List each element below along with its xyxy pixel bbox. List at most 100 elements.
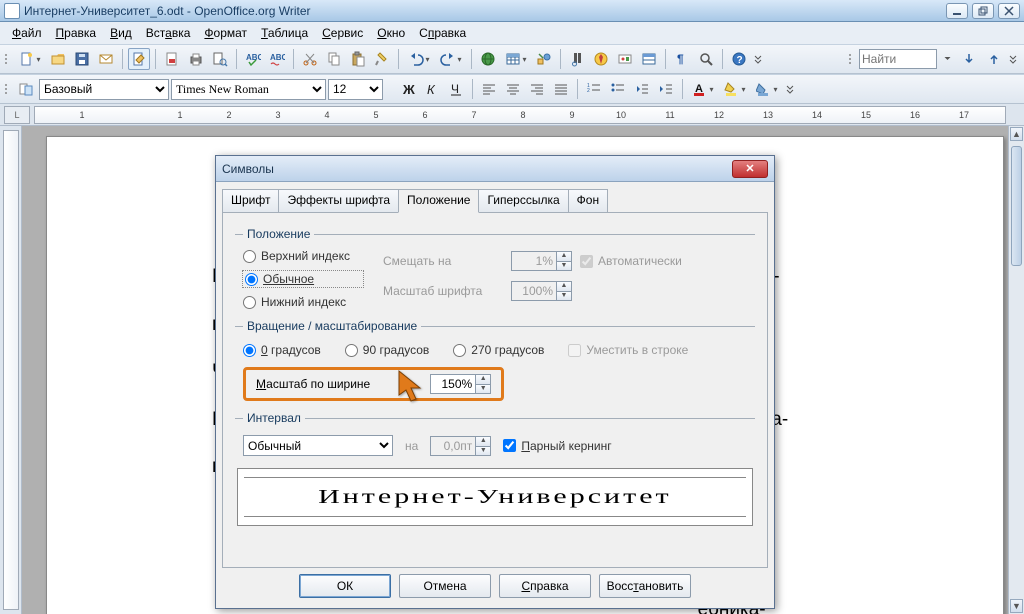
align-justify-button[interactable] bbox=[550, 78, 572, 100]
menu-файл[interactable]: Файл bbox=[6, 24, 48, 42]
navigator-button[interactable] bbox=[590, 48, 612, 70]
window-titlebar: Интернет-Университет_6.odt - OpenOffice.… bbox=[0, 0, 1024, 22]
align-left-button[interactable] bbox=[478, 78, 500, 100]
font-color-button[interactable]: A bbox=[688, 78, 718, 100]
paragraph-style-select[interactable]: Базовый bbox=[39, 79, 169, 100]
radio-superscript[interactable]: Верхний индекс bbox=[243, 249, 363, 263]
bold-button[interactable]: Ж bbox=[397, 78, 419, 100]
email-button[interactable] bbox=[95, 48, 117, 70]
italic-button[interactable]: К bbox=[421, 78, 443, 100]
cut-button[interactable] bbox=[299, 48, 321, 70]
tab-0[interactable]: Шрифт bbox=[222, 189, 279, 213]
print-preview-button[interactable] bbox=[209, 48, 231, 70]
scroll-up-icon[interactable]: ▲ bbox=[1010, 127, 1023, 141]
menu-таблица[interactable]: Таблица bbox=[255, 24, 314, 42]
spinner-font-scale: ▲▼ bbox=[511, 281, 572, 301]
align-right-button[interactable] bbox=[526, 78, 548, 100]
paste-button[interactable] bbox=[347, 48, 369, 70]
outdent-button[interactable] bbox=[631, 78, 653, 100]
ok-button[interactable]: ОК bbox=[299, 574, 391, 598]
find-replace-button[interactable] bbox=[566, 48, 588, 70]
help-button[interactable]: Справка bbox=[499, 574, 591, 598]
dialog-titlebar[interactable]: Символы ✕ bbox=[216, 156, 774, 182]
align-center-button[interactable] bbox=[502, 78, 524, 100]
dialog-close-button[interactable]: ✕ bbox=[732, 160, 768, 178]
menu-bar: ФайлПравкаВидВставкаФорматТаблицаСервисО… bbox=[0, 22, 1024, 44]
scroll-down-icon[interactable]: ▼ bbox=[1010, 599, 1023, 613]
font-size-select[interactable]: 12 bbox=[328, 79, 383, 100]
horizontal-ruler[interactable]: 1123456789101112131415161718 bbox=[34, 106, 1006, 124]
find-prev-button[interactable] bbox=[983, 48, 1005, 70]
zoom-button[interactable] bbox=[695, 48, 717, 70]
spellcheck-button[interactable]: ABC bbox=[242, 48, 264, 70]
nonprinting-button[interactable]: ¶ bbox=[671, 48, 693, 70]
hyperlink-button[interactable] bbox=[477, 48, 499, 70]
radio-subscript[interactable]: Нижний индекс bbox=[243, 295, 363, 309]
toolbar-handle[interactable] bbox=[5, 48, 11, 70]
menu-сервис[interactable]: Сервис bbox=[316, 24, 369, 42]
label-by: на bbox=[405, 439, 418, 453]
format-paintbrush-button[interactable] bbox=[371, 48, 393, 70]
undo-button[interactable] bbox=[404, 48, 434, 70]
group-spacing-legend: Интервал bbox=[243, 411, 305, 425]
toolbar-handle[interactable] bbox=[849, 48, 855, 70]
find-dropdown-icon[interactable] bbox=[940, 48, 955, 70]
print-button[interactable] bbox=[185, 48, 207, 70]
vertical-ruler[interactable] bbox=[0, 126, 22, 614]
table-button[interactable] bbox=[501, 48, 531, 70]
tab-4[interactable]: Фон bbox=[568, 189, 608, 213]
font-name-select[interactable]: Times New Roman bbox=[171, 79, 326, 100]
new-doc-button[interactable] bbox=[15, 48, 45, 70]
help-button[interactable]: ? bbox=[728, 48, 750, 70]
menu-вставка[interactable]: Вставка bbox=[140, 24, 197, 42]
redo-button[interactable] bbox=[436, 48, 466, 70]
restore-button[interactable] bbox=[972, 3, 994, 19]
gallery-button[interactable] bbox=[614, 48, 636, 70]
reset-button[interactable]: Восстановить bbox=[599, 574, 691, 598]
menu-вид[interactable]: Вид bbox=[104, 24, 138, 42]
find-next-button[interactable] bbox=[958, 48, 980, 70]
styles-button[interactable] bbox=[15, 78, 37, 100]
select-spacing[interactable]: Обычный bbox=[243, 435, 393, 456]
highlight-button[interactable] bbox=[720, 78, 750, 100]
menu-формат[interactable]: Формат bbox=[198, 24, 253, 42]
tab-3[interactable]: Гиперссылка bbox=[478, 189, 568, 213]
scroll-thumb[interactable] bbox=[1011, 146, 1022, 266]
copy-button[interactable] bbox=[323, 48, 345, 70]
tab-2[interactable]: Положение bbox=[398, 189, 479, 213]
toolbar-overflow-icon[interactable] bbox=[784, 78, 796, 100]
auto-spellcheck-button[interactable]: ABC bbox=[266, 48, 288, 70]
datasources-button[interactable] bbox=[638, 48, 660, 70]
checkbox-pair-kerning[interactable]: Парный кернинг bbox=[503, 439, 611, 453]
dialog-tabs: ШрифтЭффекты шрифтаПоложениеГиперссылкаФ… bbox=[222, 188, 768, 212]
radio-normal[interactable]: Обычное bbox=[243, 271, 363, 287]
vertical-scrollbar[interactable]: ▲ ▼ bbox=[1008, 126, 1024, 614]
toolbar-handle[interactable] bbox=[5, 78, 11, 100]
bg-color-button[interactable] bbox=[752, 78, 782, 100]
save-button[interactable] bbox=[71, 48, 93, 70]
radio-90deg[interactable]: 90 градусов bbox=[345, 343, 429, 357]
characters-dialog: Символы ✕ ШрифтЭффекты шрифтаПоложениеГи… bbox=[215, 155, 775, 609]
edit-doc-button[interactable] bbox=[128, 48, 150, 70]
menu-справка[interactable]: Справка bbox=[413, 24, 472, 42]
find-input[interactable] bbox=[859, 49, 937, 69]
show-draw-button[interactable] bbox=[533, 48, 555, 70]
toolbar-overflow-icon[interactable] bbox=[752, 48, 764, 70]
minimize-button[interactable] bbox=[946, 3, 968, 19]
radio-270deg[interactable]: 270 градусов bbox=[453, 343, 544, 357]
underline-button[interactable]: Ч bbox=[445, 78, 467, 100]
close-button[interactable] bbox=[998, 3, 1020, 19]
numbering-button[interactable]: 12 bbox=[583, 78, 605, 100]
open-button[interactable] bbox=[47, 48, 69, 70]
menu-правка[interactable]: Правка bbox=[50, 24, 103, 42]
bullets-button[interactable] bbox=[607, 78, 629, 100]
group-rotation-legend: Вращение / масштабирование bbox=[243, 319, 421, 333]
tab-1[interactable]: Эффекты шрифта bbox=[278, 189, 399, 213]
menu-окно[interactable]: Окно bbox=[371, 24, 411, 42]
export-pdf-button[interactable] bbox=[161, 48, 183, 70]
indent-button[interactable] bbox=[655, 78, 677, 100]
spinner-width-scale[interactable]: ▲▼ bbox=[430, 374, 491, 394]
radio-0deg[interactable]: 0 градусов bbox=[243, 343, 321, 357]
toolbar-overflow-icon[interactable] bbox=[1007, 48, 1019, 70]
cancel-button[interactable]: Отмена bbox=[399, 574, 491, 598]
